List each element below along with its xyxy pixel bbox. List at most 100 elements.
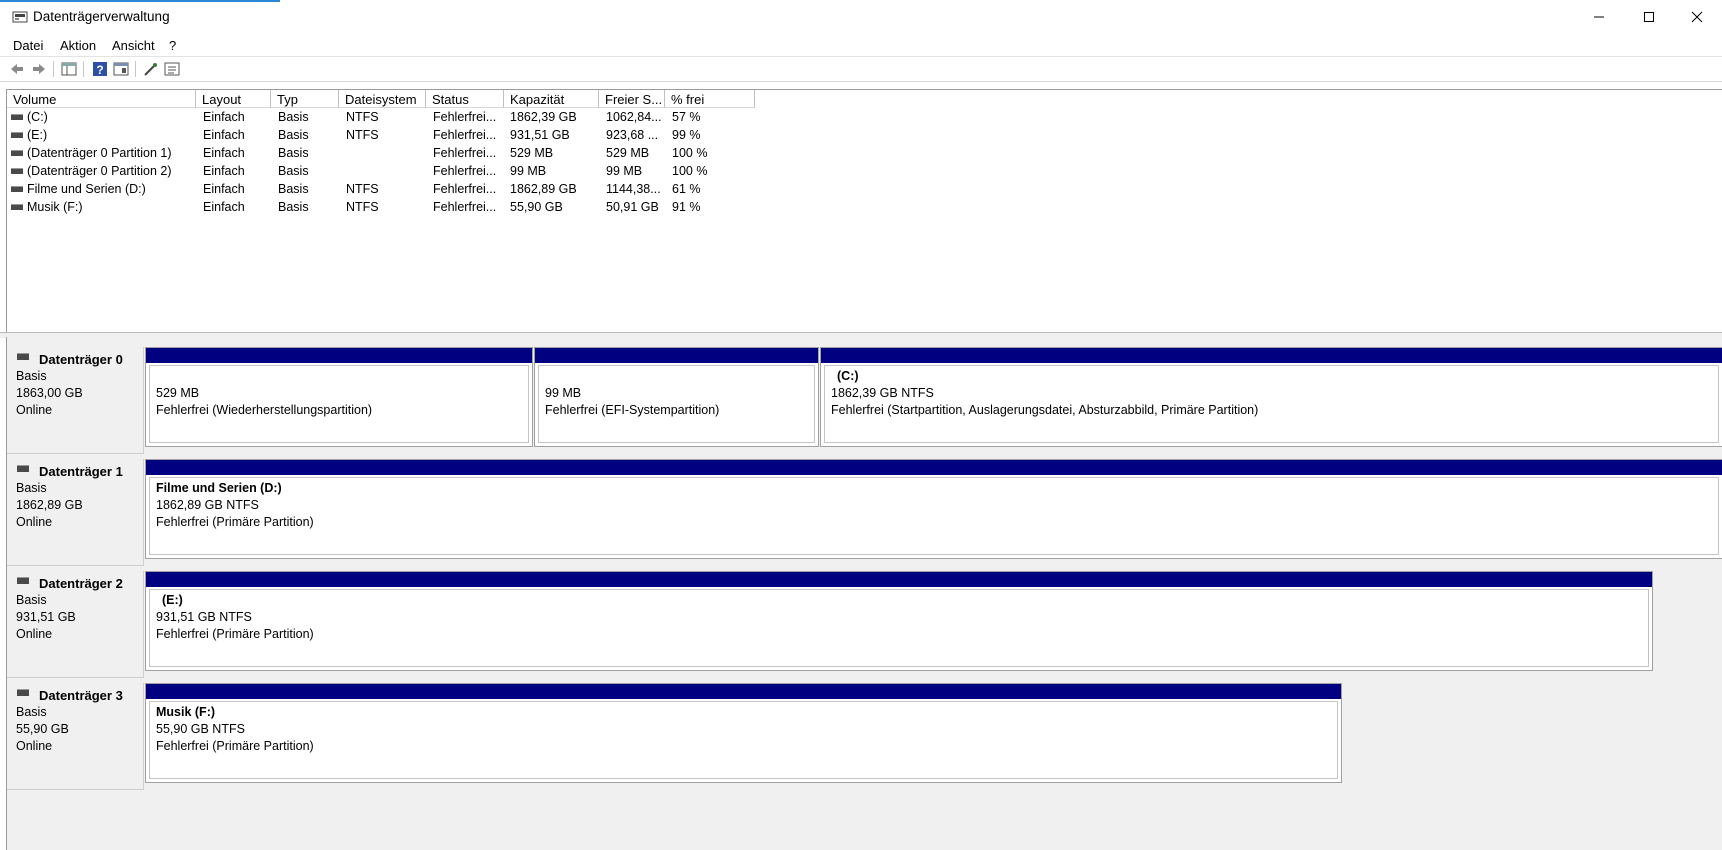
help-icon[interactable]: ?	[92, 61, 108, 77]
partition-recovery[interactable]: 529 MB Fehlerfrei (Wiederherstellungspar…	[145, 347, 533, 447]
disk-0-label[interactable]: Datenträger 0 Basis 1863,00 GB Online	[7, 347, 144, 454]
status-cell: Fehlerfrei...	[433, 164, 497, 178]
partition-status: Fehlerfrei (Primäre Partition)	[156, 739, 314, 753]
menu-ansicht[interactable]: Ansicht	[112, 38, 155, 53]
table-row[interactable]: Filme und Serien (D:) Einfach Basis NTFS…	[7, 180, 767, 198]
status-cell: Fehlerfrei...	[433, 110, 497, 124]
settings-list-icon[interactable]	[164, 61, 180, 77]
partition-status: Fehlerfrei (EFI-Systempartition)	[545, 403, 720, 417]
partition-status: Fehlerfrei (Primäre Partition)	[156, 515, 314, 529]
status-cell: Fehlerfrei...	[433, 128, 497, 142]
column-header-kapazitaet[interactable]: Kapazität	[504, 90, 599, 108]
connect-icon[interactable]	[143, 61, 159, 77]
table-row[interactable]: Musik (F:) Einfach Basis NTFS Fehlerfrei…	[7, 198, 767, 216]
disk-1-label[interactable]: Datenträger 1 Basis 1862,89 GB Online	[7, 459, 144, 566]
volume-cell: Musik (F:)	[27, 200, 83, 214]
console-tree-icon[interactable]	[61, 61, 77, 77]
volume-icon	[11, 168, 23, 174]
partition-body: 99 MB Fehlerfrei (EFI-Systempartition)	[538, 365, 815, 443]
toolbar: ?	[0, 56, 1722, 82]
partition-status: Fehlerfrei (Primäre Partition)	[156, 627, 314, 641]
partition-bar	[821, 348, 1722, 363]
partition-name: (E:)	[162, 593, 183, 607]
column-header-prozent-frei[interactable]: % frei	[665, 90, 755, 108]
free-space-cell: 923,68 ...	[606, 128, 659, 142]
disk-state: Online	[16, 739, 53, 753]
percent-free-cell: 99 %	[672, 128, 701, 142]
typ-cell: Basis	[278, 182, 309, 196]
percent-free-cell: 100 %	[672, 164, 708, 178]
disk-size: 931,51 GB	[16, 610, 76, 624]
free-space-cell: 1062,84...	[606, 110, 662, 124]
column-header-typ[interactable]: Typ	[271, 90, 339, 108]
layout-cell: Einfach	[203, 200, 245, 214]
table-row[interactable]: (Datenträger 0 Partition 2) Einfach Basi…	[7, 162, 767, 180]
partition-c[interactable]: (C:) 1862,39 GB NTFS Fehlerfrei (Startpa…	[820, 347, 1722, 447]
volume-cell: (E:)	[27, 128, 48, 142]
disk-management-app-icon	[12, 11, 28, 23]
column-header-freier-speicher[interactable]: Freier S...	[599, 90, 665, 108]
minimize-button[interactable]	[1574, 0, 1624, 34]
menu-help[interactable]: ?	[169, 38, 176, 53]
volume-cell: Filme und Serien (D:)	[27, 182, 146, 196]
table-row[interactable]: (E:) Einfach Basis NTFS Fehlerfrei... 93…	[7, 126, 767, 144]
disk-icon	[17, 689, 29, 696]
disk-icon	[17, 577, 29, 584]
maximize-button[interactable]	[1624, 0, 1674, 34]
maximize-icon	[1644, 12, 1654, 22]
partition-bar	[146, 460, 1722, 475]
table-row[interactable]: (C:) Einfach Basis NTFS Fehlerfrei... 18…	[7, 108, 767, 126]
svg-text:?: ?	[96, 63, 103, 77]
disk-name: Datenträger 0	[39, 352, 123, 367]
typ-cell: Basis	[278, 200, 309, 214]
disk-3-label[interactable]: Datenträger 3 Basis 55,90 GB Online	[7, 683, 144, 790]
filesystem-cell: NTFS	[346, 182, 379, 196]
partition-e[interactable]: (E:) 931,51 GB NTFS Fehlerfrei (Primäre …	[145, 571, 1653, 671]
partition-body: 529 MB Fehlerfrei (Wiederherstellungspar…	[149, 365, 529, 443]
volume-icon	[11, 150, 23, 156]
toolbar-separator	[53, 61, 54, 77]
menu-datei[interactable]: Datei	[13, 38, 43, 53]
menu-bar: Datei Aktion Ansicht ?	[0, 34, 1722, 56]
properties-icon[interactable]	[113, 61, 129, 77]
filesystem-cell: NTFS	[346, 200, 379, 214]
volume-icon	[11, 114, 23, 120]
volume-icon	[11, 132, 23, 138]
column-header-status[interactable]: Status	[426, 90, 504, 108]
partition-f[interactable]: Musik (F:) 55,90 GB NTFS Fehlerfrei (Pri…	[145, 683, 1342, 783]
layout-cell: Einfach	[203, 110, 245, 124]
disk-graphic-view: Datenträger 0 Basis 1863,00 GB Online 52…	[6, 337, 1722, 850]
column-header-dateisystem[interactable]: Dateisystem	[339, 90, 426, 108]
partition-body: Filme und Serien (D:) 1862,89 GB NTFS Fe…	[149, 477, 1719, 555]
free-space-cell: 50,91 GB	[606, 200, 659, 214]
partition-size: 99 MB	[545, 386, 582, 400]
disk-state: Online	[16, 515, 53, 529]
percent-free-cell: 61 %	[672, 182, 701, 196]
partition-d[interactable]: Filme und Serien (D:) 1862,89 GB NTFS Fe…	[145, 459, 1722, 559]
disk-type: Basis	[16, 481, 47, 495]
filesystem-cell: NTFS	[346, 110, 379, 124]
forward-arrow-icon[interactable]	[31, 61, 47, 77]
menu-aktion[interactable]: Aktion	[60, 38, 96, 53]
status-cell: Fehlerfrei...	[433, 200, 497, 214]
partition-size: 1862,89 GB NTFS	[156, 498, 259, 512]
title-bar: Datenträgerverwaltung	[0, 0, 1722, 34]
volume-list: Volume Layout Typ Dateisystem Status Kap…	[6, 89, 1722, 333]
partition-efi[interactable]: 99 MB Fehlerfrei (EFI-Systempartition)	[534, 347, 819, 447]
partition-bar	[146, 348, 532, 363]
column-header-layout[interactable]: Layout	[196, 90, 271, 108]
disk-2-label[interactable]: Datenträger 2 Basis 931,51 GB Online	[7, 571, 144, 678]
capacity-cell: 931,51 GB	[510, 128, 570, 142]
volume-cell: (Datenträger 0 Partition 1)	[27, 146, 172, 160]
column-header-volume[interactable]: Volume	[7, 90, 196, 108]
back-arrow-icon[interactable]	[9, 61, 25, 77]
partition-name: Filme und Serien (D:)	[156, 481, 282, 495]
status-cell: Fehlerfrei...	[433, 146, 497, 160]
table-row[interactable]: (Datenträger 0 Partition 1) Einfach Basi…	[7, 144, 767, 162]
close-button[interactable]	[1672, 0, 1722, 34]
free-space-cell: 1144,38...	[606, 182, 661, 196]
capacity-cell: 1862,89 GB	[510, 182, 577, 196]
partition-size: 529 MB	[156, 386, 200, 400]
disk-icon	[17, 465, 29, 472]
disk-type: Basis	[16, 593, 47, 607]
